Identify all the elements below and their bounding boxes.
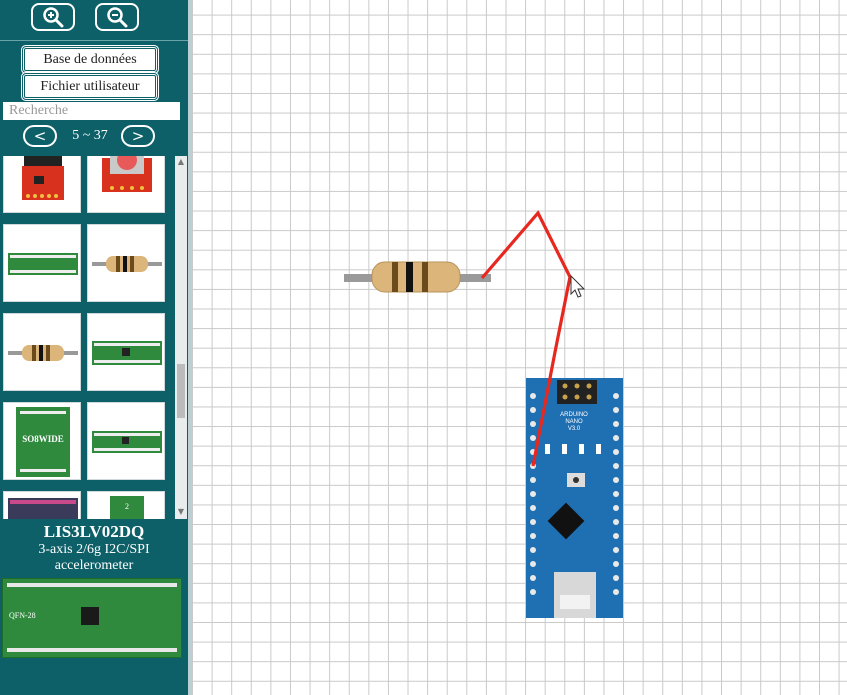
scrollbar-thumb[interactable]: [177, 364, 185, 418]
header-pin: [613, 519, 619, 525]
pin-header-board-icon: [8, 253, 78, 275]
so8wide-label: SO8WIDE: [22, 434, 64, 444]
zoom-in-button[interactable]: [31, 3, 75, 31]
breakout-board-icon: [22, 156, 64, 200]
board-label-arduino: ARDUINO: [560, 412, 588, 418]
component-pin-header[interactable]: [3, 224, 81, 302]
small-board-label: 2: [125, 502, 129, 511]
resistor-component[interactable]: [344, 261, 491, 293]
header-pin: [613, 547, 619, 553]
component-pushbutton[interactable]: [87, 156, 165, 213]
component-library-panel: Base de données Fichier utilisateur < 5 …: [0, 0, 188, 695]
library-scrollbar[interactable]: ▲ ▼: [175, 156, 187, 519]
header-pin: [613, 421, 619, 427]
header-pin: [613, 407, 619, 413]
header-pin: [613, 589, 619, 595]
header-pin: [613, 575, 619, 581]
next-page-button[interactable]: >: [121, 125, 155, 147]
resistor-icon: [92, 256, 162, 272]
header-pin: [530, 477, 536, 483]
database-button[interactable]: Base de données: [23, 47, 157, 72]
board-label-version: V3.0: [568, 426, 581, 432]
header-pin: [613, 463, 619, 469]
header-pin: [530, 407, 536, 413]
scroll-down-icon[interactable]: ▼: [177, 508, 185, 516]
zoom-out-button[interactable]: [95, 3, 139, 31]
component-resistor-2[interactable]: [3, 313, 81, 391]
header-pin: [530, 393, 536, 399]
header-pin: [530, 575, 536, 581]
zoom-out-icon: [107, 7, 128, 28]
header-pin: [530, 491, 536, 497]
header-pin: [530, 435, 536, 441]
header-pin: [613, 533, 619, 539]
component-pin-header-2[interactable]: [87, 313, 165, 391]
pushbutton-icon: [102, 156, 152, 192]
component-preview: QFN-28: [2, 578, 182, 658]
header-pin: [530, 561, 536, 567]
header-pin: [530, 589, 536, 595]
component-breakout-dark[interactable]: [3, 491, 81, 519]
header-pin: [530, 505, 536, 511]
component-breakout-red[interactable]: [3, 156, 81, 213]
header-pin: [613, 435, 619, 441]
component-description: 3-axis 2/6g I2C/SPI accelerometer: [38, 542, 150, 573]
user-file-button[interactable]: Fichier utilisateur: [23, 74, 157, 99]
header-pin: [613, 561, 619, 567]
package-label: QFN-28: [9, 611, 36, 620]
header-pin: [530, 547, 536, 553]
prev-page-button[interactable]: <: [23, 125, 57, 147]
mouse-cursor-icon: [570, 274, 586, 298]
divider: [0, 40, 188, 41]
search-input[interactable]: [3, 102, 180, 120]
zoom-in-icon: [43, 7, 64, 28]
pin-header-board-icon: [92, 431, 162, 453]
arrow-right-icon: >: [131, 127, 145, 145]
scroll-up-icon[interactable]: ▲: [177, 158, 185, 166]
component-resistor-1[interactable]: [87, 224, 165, 302]
header-pin: [613, 477, 619, 483]
header-pin: [613, 491, 619, 497]
header-pin: [613, 393, 619, 399]
header-pin: [530, 519, 536, 525]
component-grid: SO8WIDE 2: [0, 156, 188, 519]
header-pin: [613, 449, 619, 455]
header-pin: [613, 505, 619, 511]
component-pin-header-3[interactable]: [87, 402, 165, 480]
page-range-label: 5 ~ 37: [72, 128, 108, 143]
resistor-icon: [8, 345, 78, 361]
arduino-nano-board[interactable]: ARDUINO NANO V3.0: [526, 378, 623, 618]
component-small-green[interactable]: 2: [87, 491, 165, 519]
board-label-nano: NANO: [565, 419, 583, 425]
header-pin: [530, 533, 536, 539]
breakout-board-icon: [8, 498, 78, 519]
pin-header-board-icon: [92, 341, 162, 365]
circuit-layer: ARDUINO NANO V3.0: [344, 210, 623, 618]
arrow-left-icon: <: [33, 127, 47, 145]
component-so8wide[interactable]: SO8WIDE: [3, 402, 81, 480]
component-title: LIS3LV02DQ: [43, 522, 145, 541]
header-pin: [530, 421, 536, 427]
breadboard-canvas[interactable]: ARDUINO NANO V3.0: [192, 0, 847, 695]
